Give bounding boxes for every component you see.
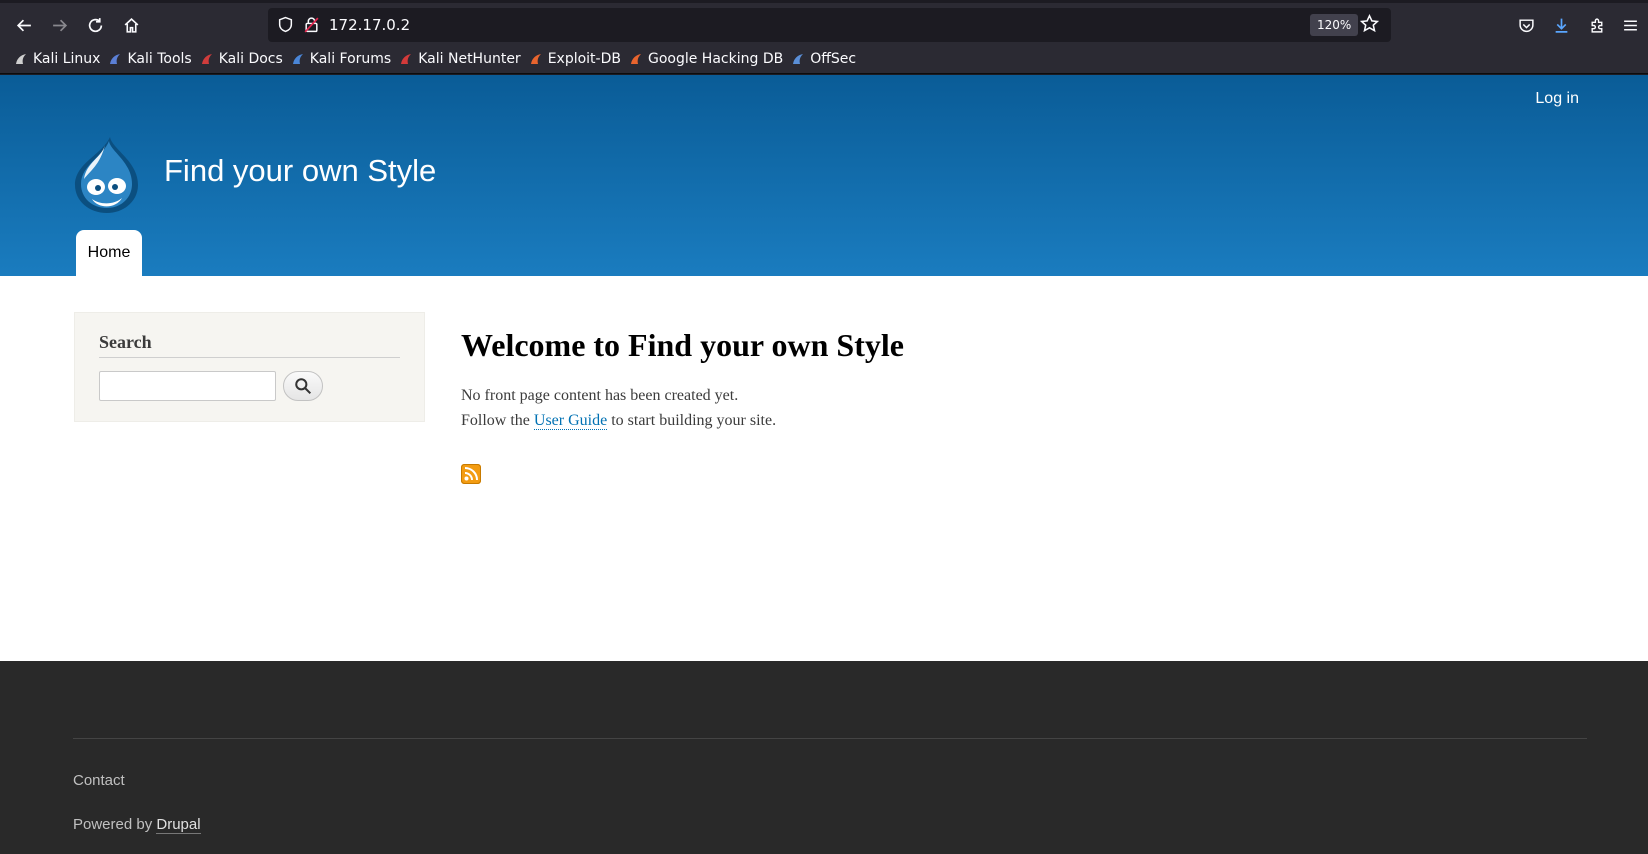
site-footer: Contact Powered by Drupal (0, 661, 1648, 854)
bookmark-item[interactable]: Kali Docs (198, 47, 289, 71)
bookmarks-toolbar: Kali Linux Kali Tools Kali Docs Kali Forums… (0, 44, 1648, 74)
bookmark-label: Kali Forums (309, 50, 392, 67)
bookmark-item[interactable]: Kali Linux (12, 47, 106, 71)
zoom-level-badge[interactable]: 120% (1310, 14, 1359, 36)
divider (99, 357, 400, 358)
search-input[interactable] (99, 371, 276, 401)
arrow-left-icon (16, 19, 31, 31)
user-guide-link[interactable]: User Guide (533, 412, 608, 430)
reload-icon (88, 17, 102, 32)
kali-forums-icon (291, 52, 305, 66)
page-viewport: Log in Find your own Style Home Search W… (0, 75, 1648, 854)
no-content-message: No front page content has been created y… (461, 387, 739, 404)
exploit-db-icon (529, 52, 543, 66)
user-guide-suffix: to start building your site. (607, 412, 777, 429)
download-icon (1555, 18, 1567, 33)
shield-icon[interactable] (277, 16, 294, 37)
url-bar[interactable]: 172.17.0.2 120% (268, 8, 1391, 42)
bookmark-item[interactable]: Google Hacking DB (627, 47, 789, 71)
drupal-link[interactable]: Drupal (156, 816, 201, 834)
offsec-icon (791, 52, 805, 66)
kali-tools-icon (108, 52, 122, 66)
bookmark-label: Kali Linux (33, 50, 101, 67)
bookmark-label: Exploit-DB (547, 50, 621, 67)
pocket-button[interactable] (1510, 9, 1542, 41)
puzzle-icon (1590, 18, 1602, 33)
search-submit-button[interactable] (283, 371, 323, 401)
ghdb-icon (629, 52, 643, 66)
kali-dragon-icon (14, 52, 28, 66)
downloads-button[interactable] (1545, 9, 1577, 41)
reload-button[interactable] (79, 9, 111, 41)
bookmark-item[interactable]: Kali Tools (106, 47, 197, 71)
menu-button[interactable] (1614, 9, 1646, 41)
bookmark-label: Kali NetHunter (418, 50, 521, 67)
divider (73, 738, 1587, 739)
back-button[interactable] (8, 9, 40, 41)
extensions-button[interactable] (1581, 9, 1613, 41)
bookmark-label: Kali Tools (127, 50, 192, 67)
bookmark-item[interactable]: Kali NetHunter (397, 47, 526, 71)
bookmark-item[interactable]: OffSec (789, 47, 862, 71)
page-title: Welcome to Find your own Style (461, 327, 904, 363)
powered-by-prefix: Powered by (73, 816, 157, 833)
site-name[interactable]: Find your own Style (164, 153, 436, 189)
bookmark-label: Kali Docs (218, 50, 283, 67)
powered-by-text: Powered by Drupal (73, 816, 201, 834)
pocket-icon (1518, 18, 1534, 32)
footer-contact-link[interactable]: Contact (73, 772, 125, 789)
nethunter-icon (399, 52, 413, 66)
magnifier-icon (295, 378, 312, 395)
search-block: Search (74, 312, 425, 422)
browser-toolbar: 172.17.0.2 120% (0, 0, 1648, 44)
user-guide-message: Follow the User Guide to start building … (461, 412, 776, 430)
login-link[interactable]: Log in (1535, 90, 1579, 108)
home-icon (124, 17, 138, 33)
nav-tab-home[interactable]: Home (76, 230, 142, 276)
bookmark-star-icon[interactable] (1359, 13, 1380, 37)
home-button[interactable] (115, 9, 147, 41)
site-header: Log in Find your own Style Home (0, 75, 1648, 276)
drupal-drop-logo-icon[interactable] (72, 135, 142, 215)
forward-button[interactable] (43, 9, 75, 41)
url-text[interactable]: 172.17.0.2 (329, 16, 410, 34)
kali-docs-icon (200, 52, 214, 66)
user-guide-prefix: Follow the (461, 412, 534, 429)
search-block-heading: Search (99, 332, 152, 352)
bookmark-item[interactable]: Kali Forums (289, 47, 397, 71)
bookmark-item[interactable]: Exploit-DB (527, 47, 627, 71)
bookmark-label: OffSec (810, 50, 857, 67)
insecure-lock-icon[interactable] (303, 16, 320, 37)
arrow-right-icon (52, 19, 67, 31)
hamburger-menu-icon (1623, 19, 1637, 31)
rss-feed-icon[interactable] (461, 464, 481, 484)
bookmark-label: Google Hacking DB (647, 50, 784, 67)
